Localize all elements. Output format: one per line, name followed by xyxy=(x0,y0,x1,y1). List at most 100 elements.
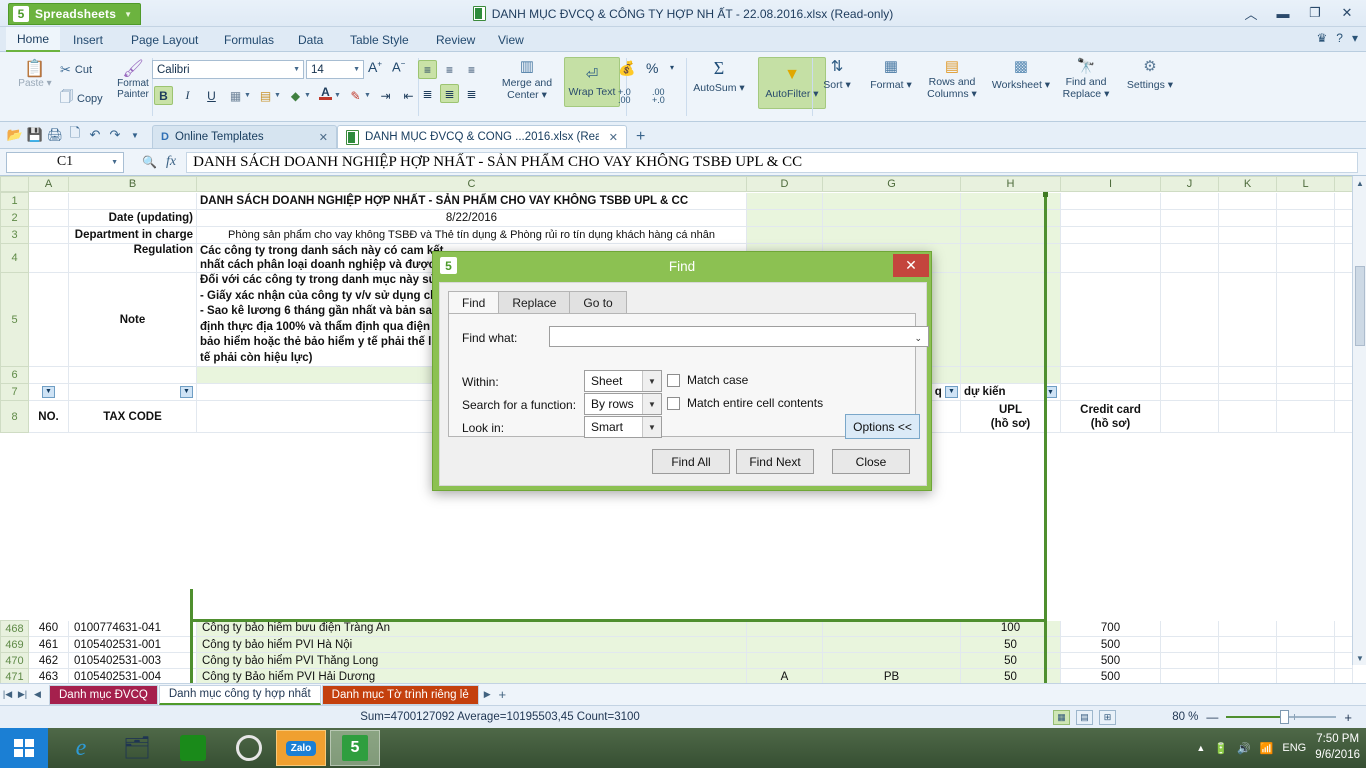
tab-data[interactable]: Data xyxy=(287,27,334,52)
autosum-button[interactable]: Σ AutoSum ▾ xyxy=(688,58,750,94)
underline-button[interactable]: U xyxy=(202,86,221,105)
cell-company-name[interactable]: Công ty bảo hiểm PVI Hà Nội xyxy=(197,637,747,653)
cell-L[interactable] xyxy=(1277,621,1335,637)
cell-K[interactable] xyxy=(1219,621,1277,637)
cell-K[interactable] xyxy=(1219,637,1277,653)
maximize-button[interactable]: ❐ xyxy=(1300,2,1330,24)
next-sheet-button[interactable]: ▶ xyxy=(480,686,495,704)
align-top-button[interactable]: ≡ xyxy=(418,60,437,79)
cell-B3[interactable]: Department in charge xyxy=(69,227,197,244)
vertical-scrollbar[interactable]: ▲ ▼ xyxy=(1352,176,1366,665)
cell-C1-title[interactable]: DANH SÁCH DOANH NGHIỆP HỢP NHẤT - SẢN PH… xyxy=(197,193,747,210)
chevron-down-icon[interactable]: ⌄ xyxy=(914,333,922,344)
redo-icon[interactable]: ↷ xyxy=(106,126,124,144)
font-color-icon[interactable]: A xyxy=(316,84,335,103)
cell-no[interactable]: 462 xyxy=(29,653,69,669)
cell-company-name[interactable]: Công ty Bảo hiểm PVI Hải Dương xyxy=(197,669,747,684)
chevron-down-icon[interactable]: ▼ xyxy=(642,371,661,391)
cell-M[interactable] xyxy=(1335,621,1353,637)
chevron-down-icon[interactable]: ▼ xyxy=(304,92,311,99)
format-button[interactable]: ▦ Format ▾ xyxy=(864,58,918,91)
filter-dropdown-icon[interactable]: ▼ xyxy=(180,386,193,398)
table-row[interactable]: 4684600100774631-041Công ty bảo hiểm bưu… xyxy=(1,621,1353,637)
cell-taxcode[interactable]: 0105402531-001 xyxy=(69,637,197,653)
selection-handle[interactable] xyxy=(1043,192,1048,197)
row-header-5[interactable]: 5 xyxy=(1,273,29,367)
sheet-tab-to-trinh-rieng-le[interactable]: Danh mục Tờ trình riêng lẻ xyxy=(322,685,479,705)
formula-input[interactable]: DANH SÁCH DOANH NGHIỆP HỢP NHẤT - SẢN PH… xyxy=(186,152,1358,173)
tab-home[interactable]: Home xyxy=(6,27,60,52)
chevron-down-icon[interactable]: ▼ xyxy=(642,417,661,437)
cell-J[interactable] xyxy=(1161,637,1219,653)
data-table[interactable]: 4684600100774631-041Công ty bảo hiểm bưu… xyxy=(0,620,1353,683)
cell-company-name[interactable]: Công ty bảo hiểm bưu điện Tràng An xyxy=(197,621,747,637)
cell-J[interactable] xyxy=(1161,669,1219,684)
borders-icon[interactable]: ▦ xyxy=(226,86,245,105)
row-header[interactable]: 469 xyxy=(1,637,29,653)
col-header-L[interactable]: L xyxy=(1277,177,1335,192)
tab-insert[interactable]: Insert xyxy=(62,27,114,52)
print-icon[interactable]: 🖨 xyxy=(46,126,64,144)
increase-decimal-button[interactable]: +.0.00 xyxy=(618,88,631,104)
crown-icon[interactable]: ♛ xyxy=(1317,31,1328,45)
sort-button[interactable]: ⇅ Sort ▾ xyxy=(814,58,860,91)
tab-page-layout[interactable]: Page Layout xyxy=(120,27,209,52)
undo-icon[interactable]: ↶ xyxy=(86,126,104,144)
row-header[interactable]: 470 xyxy=(1,653,29,669)
bold-button[interactable]: B xyxy=(154,86,173,105)
find-dialog-close-button[interactable]: ✕ xyxy=(893,254,929,277)
select-all-corner[interactable] xyxy=(1,177,29,192)
language-indicator[interactable]: ENG xyxy=(1282,742,1306,754)
dialog-tab-goto[interactable]: Go to xyxy=(569,291,626,314)
filter-dropdown-icon[interactable]: ▼ xyxy=(945,386,958,398)
cell-B4[interactable]: Regulation xyxy=(69,244,197,273)
match-case-checkbox[interactable]: Match case xyxy=(667,373,748,387)
chevron-down-icon[interactable]: ▾ xyxy=(1352,31,1358,45)
settings-button[interactable]: ⚙ Settings ▾ xyxy=(1122,58,1178,91)
cell-D[interactable] xyxy=(747,621,823,637)
add-sheet-button[interactable]: + xyxy=(495,686,510,704)
customize-qat-icon[interactable]: ▼ xyxy=(126,126,144,144)
vertical-scroll-thumb[interactable] xyxy=(1355,266,1365,346)
chevron-down-icon[interactable]: ▼ xyxy=(334,92,341,99)
taskbar-media-player[interactable] xyxy=(224,730,274,766)
font-size-combo[interactable]: 14 ▼ xyxy=(306,60,364,79)
tab-formulas[interactable]: Formulas xyxy=(213,27,285,52)
header-taxcode[interactable]: TAX CODE xyxy=(69,401,197,433)
align-right-button[interactable]: ≣ xyxy=(462,84,481,103)
decrease-indent-button[interactable]: ⇥ xyxy=(376,86,395,105)
taskbar-store[interactable] xyxy=(168,730,218,766)
copy-button[interactable]: 🗍 Copy xyxy=(60,88,103,110)
doc-tab-danh-muc[interactable]: DANH MỤC ĐVCQ & CÔNG ...2016.xlsx (Read-… xyxy=(337,125,627,148)
name-box[interactable]: C1 ▼ xyxy=(6,152,124,173)
paste-button[interactable]: 📋 Paste ▾ xyxy=(12,60,58,89)
last-sheet-button[interactable]: ▶| xyxy=(15,686,30,704)
chevron-down-icon[interactable]: ▼ xyxy=(364,92,371,99)
filter-cell-no[interactable]: ▼ xyxy=(29,384,69,401)
close-window-button[interactable]: ✕ xyxy=(1332,2,1362,24)
highlight-icon[interactable]: ✎ xyxy=(346,86,365,105)
start-button[interactable] xyxy=(0,728,48,768)
volume-icon[interactable]: 🔊 xyxy=(1237,742,1251,755)
cell-credit-card[interactable]: 500 xyxy=(1061,669,1161,684)
cell-G[interactable] xyxy=(823,637,961,653)
increase-font-size-button[interactable]: A+ xyxy=(368,59,382,75)
col-header-K[interactable]: K xyxy=(1219,177,1277,192)
new-tab-button[interactable]: + xyxy=(636,128,645,146)
checkbox-box[interactable] xyxy=(667,374,680,387)
cell-B5[interactable]: Note xyxy=(69,273,197,367)
close-dialog-button[interactable]: Close xyxy=(832,449,910,474)
zoom-formula-icon[interactable]: 🔍 xyxy=(142,155,157,169)
cell-style-icon[interactable]: ▤ xyxy=(256,86,275,105)
cell-M[interactable] xyxy=(1335,653,1353,669)
close-icon[interactable]: ✕ xyxy=(319,131,328,144)
find-next-button[interactable]: Find Next xyxy=(736,449,814,474)
cell-C2[interactable]: 8/22/2016 xyxy=(197,210,747,227)
tab-table-style[interactable]: Table Style xyxy=(339,27,420,52)
col-header-J[interactable]: J xyxy=(1161,177,1219,192)
accounting-format-icon[interactable]: 💰 xyxy=(618,60,635,77)
format-painter-button[interactable]: 🖌 Format Painter xyxy=(110,60,156,100)
cut-button[interactable]: ✂ Cut xyxy=(60,62,92,78)
table-row[interactable]: 4694610105402531-001Công ty bảo hiểm PVI… xyxy=(1,637,1353,653)
col-header-B[interactable]: B xyxy=(69,177,197,192)
